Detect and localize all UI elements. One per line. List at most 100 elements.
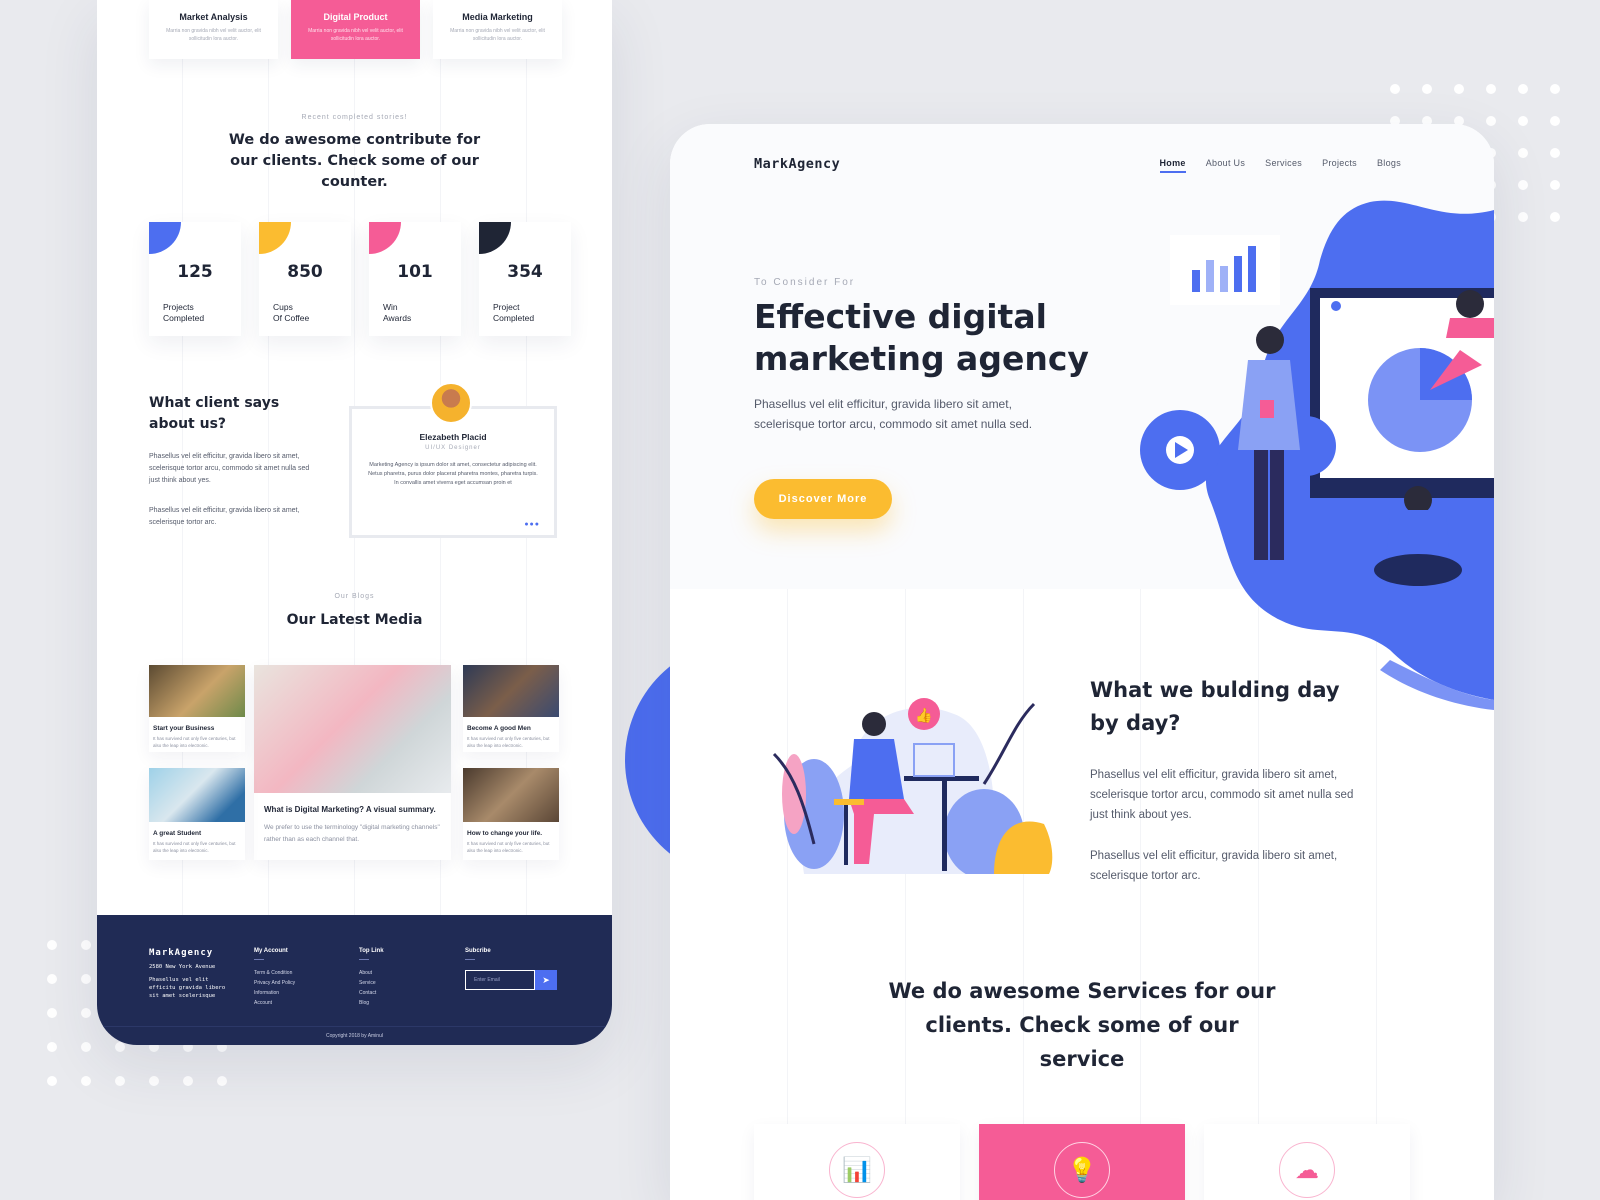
- nav-about[interactable]: About Us: [1206, 158, 1245, 173]
- brand-logo[interactable]: MarkAgency: [754, 156, 840, 172]
- footer-column-top-link: Top Link About Service Contact Blog: [359, 948, 384, 1008]
- blog-card[interactable]: How to change your life. It has survived…: [463, 768, 559, 860]
- blog-image: [254, 665, 451, 793]
- right-page-preview: MarkAgency Home About Us Services Projec…: [670, 124, 1494, 1200]
- lightbulb-icon: 💡: [1054, 1142, 1110, 1198]
- stat-number: 125: [177, 262, 213, 282]
- bar-chart-icon: 📊: [829, 1142, 885, 1198]
- client-paragraph: Phasellus vel elit efficitur, gravida li…: [149, 453, 310, 484]
- service-card-title: Media Marketing: [462, 12, 533, 22]
- stat-label: Completed: [163, 313, 205, 323]
- blog-title: How to change your life.: [467, 830, 543, 837]
- stat-card: 354 Project Completed: [479, 222, 571, 336]
- service-card-title: Digital Product: [323, 12, 388, 22]
- stat-label: Win: [383, 302, 398, 312]
- testimonial-pager[interactable]: ●●●: [524, 521, 540, 528]
- service-card-title: Market Analysis: [179, 12, 248, 22]
- section-paragraph: Phasellus vel elit efficitur, gravida li…: [1090, 850, 1338, 882]
- stat-label: Cups: [273, 302, 293, 312]
- blog-image: [463, 768, 559, 822]
- service-card-desc: Marria non gravida nibh vel velit auctor…: [308, 28, 403, 42]
- main-nav: Home About Us Services Projects Blogs: [1159, 158, 1402, 173]
- service-card-market-analysis[interactable]: Market Analysis Marria non gravida nibh …: [149, 0, 278, 59]
- footer-link[interactable]: Contact: [359, 988, 384, 998]
- nav-services[interactable]: Services: [1265, 158, 1302, 173]
- services-section-title: We do awesome Services for our clients. …: [888, 979, 1276, 1071]
- footer-column-subscribe: Subcribe: [465, 948, 491, 968]
- section-paragraph: Phasellus vel elit efficitur, gravida li…: [1090, 769, 1354, 821]
- footer-column-title: Subcribe: [465, 948, 491, 954]
- email-field[interactable]: Enter Email: [465, 970, 535, 990]
- blog-image: [463, 665, 559, 717]
- section-title-building: What we bulding day by day?: [1090, 678, 1340, 735]
- nav-projects[interactable]: Projects: [1322, 158, 1357, 173]
- stat-number: 101: [397, 262, 433, 282]
- service-card-desc: Marria non gravida nibh vel velit auctor…: [166, 28, 261, 42]
- stat-blob: [149, 222, 181, 254]
- blog-title: What is Digital Marketing? A visual summ…: [264, 805, 436, 814]
- blog-card[interactable]: Become A good Men It has survived not on…: [463, 665, 559, 752]
- blog-desc: It has survived not only five centuries,…: [467, 841, 550, 853]
- left-page-preview: Market Analysis Marria non gravida nibh …: [97, 0, 612, 1045]
- stat-label: Of Coffee: [273, 313, 310, 323]
- stat-blob: [369, 222, 401, 254]
- stories-title: We do awesome contribute for our clients…: [228, 132, 481, 190]
- footer-link[interactable]: Term & Condition: [254, 968, 295, 978]
- copyright: Copyright 2018 by Aminul: [97, 1026, 612, 1039]
- hero-kicker: To Consider For: [754, 277, 856, 288]
- footer-link[interactable]: Service: [359, 978, 384, 988]
- nav-blogs[interactable]: Blogs: [1377, 158, 1401, 173]
- footer-link[interactable]: About: [359, 968, 384, 978]
- footer-link[interactable]: Privacy And Policy: [254, 978, 295, 988]
- stat-card: 125 Projects Completed: [149, 222, 241, 336]
- footer-link[interactable]: Blog: [359, 998, 384, 1008]
- footer-column-title: My Account: [254, 948, 288, 954]
- client-section-title: What client says about us?: [149, 395, 280, 432]
- footer-link[interactable]: Account: [254, 998, 295, 1008]
- stat-label: Project: [493, 302, 520, 312]
- blog-card-featured[interactable]: What is Digital Marketing? A visual summ…: [254, 665, 451, 860]
- discover-more-button[interactable]: Discover More: [754, 479, 892, 519]
- footer-link[interactable]: Information: [254, 988, 295, 998]
- blog-title: Start your Business: [153, 725, 215, 732]
- stories-kicker: Recent completed stories!: [301, 114, 408, 121]
- cloud-icon: ☁: [1279, 1142, 1335, 1198]
- blog-desc: We prefer to use the terminology "digita…: [264, 824, 440, 843]
- blog-desc: It has survived not only five centuries,…: [467, 736, 550, 748]
- stats-row: 125 Projects Completed 850 Cups Of Coffee …: [149, 222, 571, 336]
- stat-blob: [259, 222, 291, 254]
- blog-desc: It has survived not only five centuries,…: [153, 736, 236, 748]
- footer-column-title: Top Link: [359, 948, 384, 954]
- stat-label: Awards: [383, 313, 412, 323]
- svg-text:👍: 👍: [915, 707, 932, 724]
- blog-card[interactable]: Start your Business It has survived not …: [149, 665, 245, 752]
- testimonial-card: Elezabeth Placid UI/UX Designer Marketin…: [349, 406, 557, 538]
- testimonial-quote: Marketing Agency is ipsum dolor sit amet…: [368, 462, 538, 486]
- hero-headline: Effective digital marketing agency: [754, 297, 1089, 378]
- footer-column-account: My Account Term & Condition Privacy And …: [254, 948, 295, 1008]
- footer-address: 2580 New York Avenue: [149, 964, 216, 970]
- service-card-media-marketing[interactable]: Media Marketing Marria non gravida nibh …: [433, 0, 562, 59]
- blog-kicker: Our Blogs: [334, 593, 375, 600]
- blog-card[interactable]: A great Student It has survived not only…: [149, 768, 245, 860]
- blog-desc: It has survived not only five centuries,…: [153, 841, 236, 853]
- stat-number: 354: [507, 262, 543, 282]
- stat-label: Projects: [163, 302, 194, 312]
- stat-card: 101 Win Awards: [369, 222, 461, 336]
- service-card-desc: Marria non gravida nibh vel velit auctor…: [450, 28, 545, 42]
- footer: MarkAgency 2580 New York Avenue Phasellu…: [97, 915, 612, 1045]
- service-card-active[interactable]: 💡: [979, 1124, 1185, 1200]
- blog-title: Become A good Men: [467, 725, 531, 732]
- service-card-digital-product[interactable]: Digital Product Marria non gravida nibh …: [291, 0, 420, 59]
- service-card[interactable]: ☁: [1204, 1124, 1410, 1200]
- service-card[interactable]: 📊: [754, 1124, 960, 1200]
- blog-section-title: Our Latest Media: [286, 612, 423, 628]
- blog-title: A great Student: [153, 830, 202, 837]
- send-icon[interactable]: ➤: [535, 970, 557, 990]
- nav-home[interactable]: Home: [1159, 158, 1186, 173]
- play-icon[interactable]: [1140, 410, 1210, 480]
- service-cards-row: Market Analysis Marria non gravida nibh …: [149, 0, 562, 59]
- avatar: [430, 382, 472, 424]
- testimonial-name: Elezabeth Placid: [419, 432, 487, 442]
- footer-brand[interactable]: MarkAgency: [149, 948, 213, 958]
